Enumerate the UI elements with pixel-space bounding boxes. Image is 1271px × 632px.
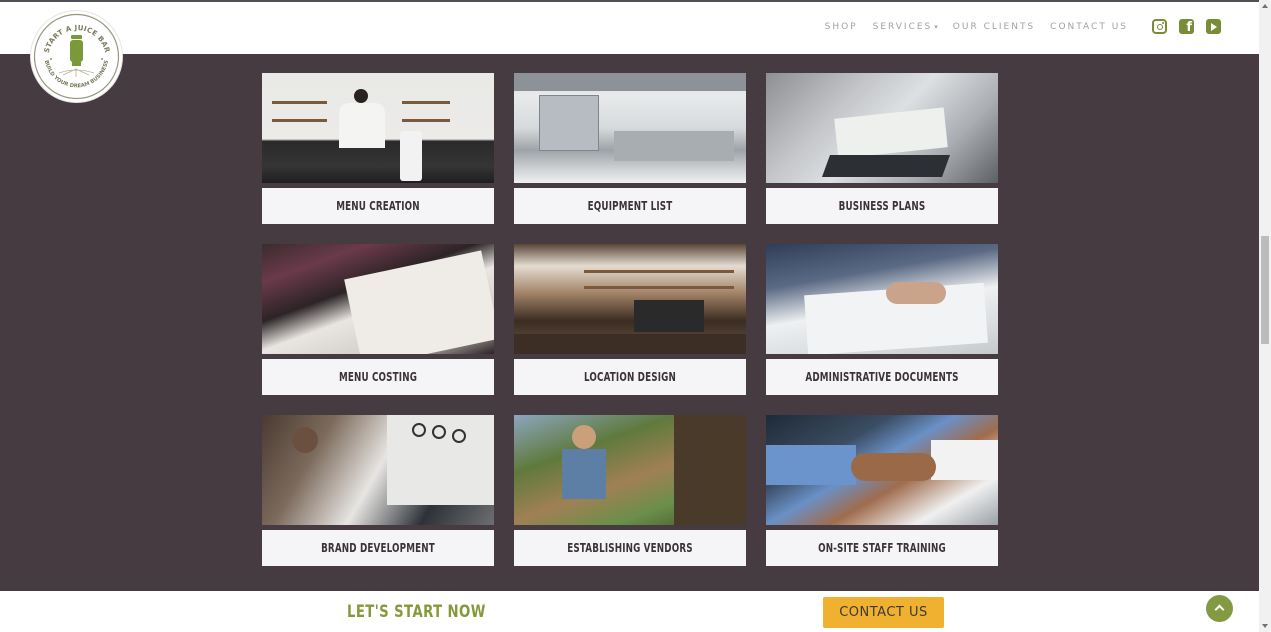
juice-bar-logo-icon: START A JUICE BAR BUILD YOUR DREAM BUSIN… <box>33 13 120 100</box>
service-card-business-plans[interactable]: BUSINESS PLANS <box>766 73 998 244</box>
service-card-equipment-list[interactable]: EQUIPMENT LIST <box>514 73 746 244</box>
contact-us-button[interactable]: CONTACT US <box>823 597 944 628</box>
service-card-menu-costing[interactable]: MENU COSTING <box>262 244 494 415</box>
service-label: BUSINESS PLANS <box>838 198 926 213</box>
services-grid: MENU CREATION EQUIPMENT LIST BUSINESS PL… <box>262 73 998 586</box>
service-label: LOCATION DESIGN <box>583 369 676 384</box>
service-image <box>514 73 746 183</box>
nav-services[interactable]: SERVICES ▾ <box>873 22 938 32</box>
nav-shop[interactable]: SHOP <box>825 22 858 32</box>
service-label-box: BUSINESS PLANS <box>766 188 998 224</box>
service-card-brand-development[interactable]: BRAND DEVELOPMENT <box>262 415 494 586</box>
service-label-box: MENU COSTING <box>262 359 494 395</box>
service-image <box>262 244 494 354</box>
service-label-box: ON-SITE STAFF TRAINING <box>766 530 998 566</box>
social-links: f <box>1152 19 1221 35</box>
service-image <box>766 415 998 525</box>
scroll-to-top-button[interactable] <box>1206 595 1233 622</box>
service-label: BRAND DEVELOPMENT <box>321 540 435 555</box>
services-section: MENU CREATION EQUIPMENT LIST BUSINESS PL… <box>0 54 1259 591</box>
chevron-down-icon: ▾ <box>934 23 938 31</box>
instagram-icon[interactable] <box>1152 19 1167 34</box>
service-card-on-site-staff-training[interactable]: ON-SITE STAFF TRAINING <box>766 415 998 586</box>
service-image <box>766 73 998 183</box>
service-image <box>262 73 494 183</box>
service-label: ADMINISTRATIVE DOCUMENTS <box>805 369 959 384</box>
sticky-cta-bar: LET'S START NOW CONTACT US <box>0 591 1259 632</box>
site-header: SHOP SERVICES ▾ OUR CLIENTS CONTACT US f <box>0 2 1259 54</box>
youtube-icon[interactable] <box>1206 19 1221 34</box>
service-label-box: BRAND DEVELOPMENT <box>262 530 494 566</box>
nav-services-label: SERVICES <box>872 22 933 32</box>
scroll-up-arrow-icon[interactable] <box>1262 4 1268 8</box>
main-nav: SHOP SERVICES ▾ OUR CLIENTS CONTACT US <box>810 22 1128 32</box>
service-card-establishing-vendors[interactable]: ESTABLISHING VENDORS <box>514 415 746 586</box>
cta-text: LET'S START NOW <box>347 602 486 622</box>
scrollbar-thumb[interactable] <box>1261 236 1269 344</box>
service-image <box>514 415 746 525</box>
service-label: ON-SITE STAFF TRAINING <box>818 540 946 555</box>
service-card-location-design[interactable]: LOCATION DESIGN <box>514 244 746 415</box>
service-label-box: ADMINISTRATIVE DOCUMENTS <box>766 359 998 395</box>
service-card-administrative-documents[interactable]: ADMINISTRATIVE DOCUMENTS <box>766 244 998 415</box>
service-card-menu-creation[interactable]: MENU CREATION <box>262 73 494 244</box>
service-label-box: MENU CREATION <box>262 188 494 224</box>
service-image <box>766 244 998 354</box>
page-scrollbar[interactable] <box>1259 0 1271 632</box>
nav-our-clients[interactable]: OUR CLIENTS <box>953 22 1035 32</box>
service-label-box: EQUIPMENT LIST <box>514 188 746 224</box>
service-label: ESTABLISHING VENDORS <box>567 540 693 555</box>
service-label: MENU CREATION <box>336 198 420 213</box>
service-label-box: ESTABLISHING VENDORS <box>514 530 746 566</box>
service-label: MENU COSTING <box>338 369 418 384</box>
scroll-down-arrow-icon[interactable] <box>1262 624 1268 628</box>
nav-contact-us[interactable]: CONTACT US <box>1050 22 1128 32</box>
facebook-icon[interactable]: f <box>1179 19 1194 35</box>
service-label-box: LOCATION DESIGN <box>514 359 746 395</box>
site-logo[interactable]: START A JUICE BAR BUILD YOUR DREAM BUSIN… <box>31 11 122 102</box>
service-image <box>262 415 494 525</box>
service-image <box>514 244 746 354</box>
service-label: EQUIPMENT LIST <box>587 198 673 213</box>
